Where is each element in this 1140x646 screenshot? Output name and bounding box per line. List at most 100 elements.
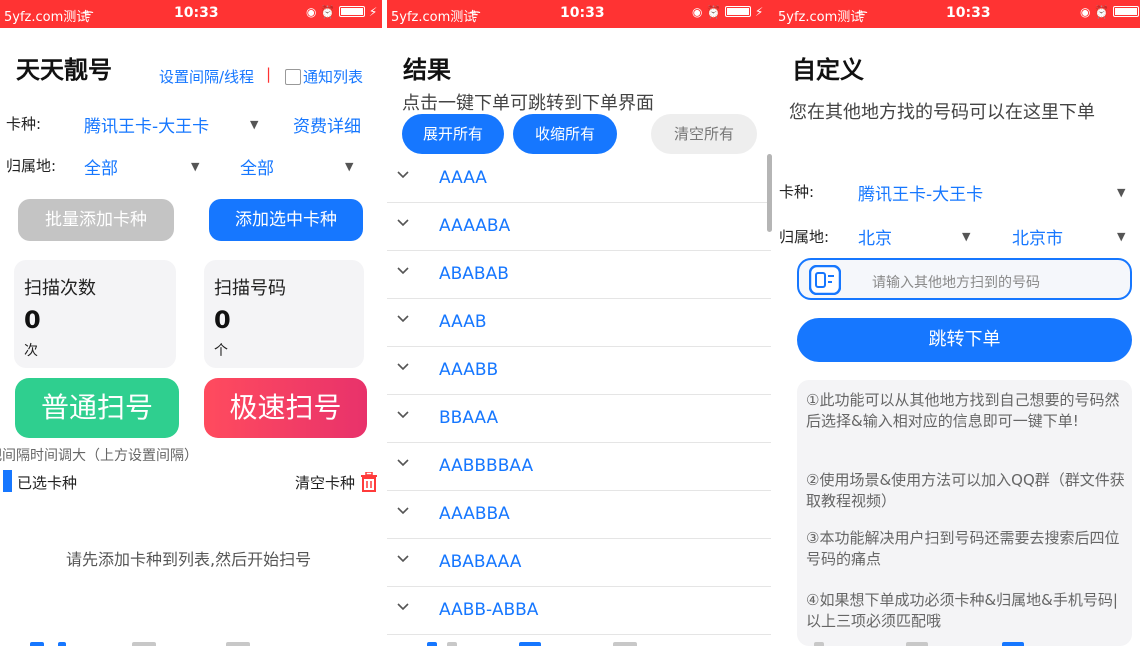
scan-numbers-value: 0 — [214, 306, 231, 334]
submit-order-button[interactable]: 跳转下单 — [797, 318, 1132, 362]
status-time: 10:33 — [946, 5, 991, 21]
chevron-down-icon[interactable] — [395, 262, 411, 278]
result-pattern-label: AABB-ABBA — [439, 600, 539, 620]
result-row[interactable]: BBAAA — [387, 395, 771, 443]
settings-link[interactable]: 设置间隔/线程 — [159, 66, 254, 87]
result-pattern-label: ABABAAA — [439, 552, 522, 572]
result-row[interactable]: AABB-ABBA — [387, 587, 771, 635]
region-label: 归属地: — [6, 157, 57, 175]
chevron-down-icon[interactable] — [395, 166, 411, 182]
result-row[interactable]: AAAABA — [387, 203, 771, 251]
result-row[interactable]: AAABB — [387, 347, 771, 395]
tab-indicator[interactable] — [519, 642, 541, 646]
battery-icon — [725, 6, 752, 17]
phone-input[interactable]: 请输入其他地方扫到的号码 — [797, 258, 1132, 300]
results-subtitle: 点击一键下单可跳转到下单界面 — [402, 93, 654, 114]
tab-indicator[interactable] — [1002, 642, 1024, 646]
result-row[interactable]: AAAB — [387, 299, 771, 347]
tab-indicator[interactable] — [427, 642, 437, 646]
tab-indicator[interactable] — [814, 642, 824, 646]
result-pattern-label: AAABBA — [439, 504, 510, 524]
chevron-down-icon[interactable] — [395, 406, 411, 422]
status-bar: 5yfz.com测试 ᯤ 10:33 ◉ ⏰ ⚡ — [0, 0, 382, 28]
note-4: ④如果想下单成功必须卡种&归属地&手机号码|以上三项必须匹配哦 — [806, 591, 1118, 630]
scan-numbers-card: 扫描号码 0 个 — [204, 260, 364, 368]
clear-types-button[interactable]: 清空卡种 — [295, 471, 378, 493]
clear-all-button[interactable]: 清空所有 — [651, 114, 757, 154]
result-row[interactable]: ABABAB — [387, 251, 771, 299]
selected-types-label: 已选卡种 — [17, 474, 78, 492]
scan-count-unit: 次 — [24, 343, 38, 359]
caret-down-icon[interactable]: ▼ — [191, 160, 199, 173]
status-time: 10:33 — [174, 5, 219, 21]
tab-indicator[interactable] — [906, 642, 928, 646]
tab-indicator[interactable] — [226, 642, 250, 646]
chevron-down-icon[interactable] — [395, 358, 411, 374]
card-type-label: 卡种: — [779, 183, 815, 201]
scan-panel: 5yfz.com测试 ᯤ 10:33 ◉ ⏰ ⚡ 天天靓号 设置间隔/线程 | … — [0, 0, 382, 646]
status-icons: ◉ ⏰ — [1080, 5, 1140, 19]
battery-icon — [1113, 6, 1140, 17]
batch-add-button[interactable]: 批量添加卡种 — [18, 199, 174, 241]
caret-down-icon[interactable]: ▼ — [962, 230, 970, 243]
result-pattern-label: AAAB — [439, 312, 487, 332]
app-title: 天天靓号 — [16, 55, 112, 84]
wifi-icon: ᯤ — [469, 7, 481, 22]
city-select[interactable]: 北京市 — [1012, 224, 1063, 249]
section-marker — [3, 470, 12, 492]
scrollbar[interactable] — [767, 154, 772, 232]
chevron-down-icon[interactable] — [395, 310, 411, 326]
province-select[interactable]: 全部 — [84, 154, 118, 179]
collapse-all-button[interactable]: 收缩所有 — [513, 114, 617, 154]
result-pattern-label: AAAA — [439, 168, 487, 188]
tab-indicator[interactable] — [447, 642, 457, 646]
result-row[interactable]: ABABAAA — [387, 539, 771, 587]
chevron-down-icon[interactable] — [395, 454, 411, 470]
status-bar: 5yfz.com测试 ᯤ 10:33 ◉ ⏰ ⚡ — [387, 0, 774, 28]
tab-indicator[interactable] — [132, 642, 156, 646]
tab-indicator[interactable] — [30, 642, 44, 646]
interval-tip: 把间隔时间调大（上方设置间隔） — [0, 448, 198, 464]
notify-list-toggle[interactable]: 通知列表 — [285, 66, 363, 87]
fast-scan-button[interactable]: 极速扫号 — [204, 378, 367, 438]
results-title: 结果 — [403, 55, 451, 84]
chevron-down-icon[interactable] — [395, 214, 411, 230]
scan-count-label: 扫描次数 — [24, 278, 96, 299]
status-icons: ◉ ⏰ ⚡ — [306, 5, 378, 19]
caret-down-icon[interactable]: ▼ — [1117, 230, 1125, 243]
normal-scan-button[interactable]: 普通扫号 — [15, 378, 179, 438]
scan-numbers-unit: 个 — [214, 343, 228, 359]
result-pattern-label: AAAABA — [439, 216, 511, 236]
scan-count-value: 0 — [24, 306, 41, 334]
notify-checkbox[interactable] — [285, 69, 301, 85]
status-icons: ◉ ⏰ ⚡ — [692, 5, 764, 19]
result-row[interactable]: AABBBBAA — [387, 443, 771, 491]
add-selected-button[interactable]: 添加选中卡种 — [209, 199, 363, 241]
caret-down-icon[interactable]: ▼ — [250, 118, 258, 131]
chevron-down-icon[interactable] — [395, 550, 411, 566]
chevron-down-icon[interactable] — [395, 598, 411, 614]
custom-subtitle: 您在其他地方找的号码可以在这里下单 — [789, 102, 1095, 123]
tab-indicator[interactable] — [58, 642, 66, 646]
custom-title: 自定义 — [792, 55, 864, 84]
tab-indicator[interactable] — [613, 642, 637, 646]
province-select[interactable]: 北京 — [858, 224, 892, 249]
card-type-select[interactable]: 腾讯王卡-大王卡 — [858, 180, 983, 205]
trash-icon[interactable] — [360, 471, 378, 492]
region-label: 归属地: — [779, 228, 830, 246]
caret-down-icon[interactable]: ▼ — [1117, 186, 1125, 199]
result-row[interactable]: AAAA — [387, 155, 771, 203]
result-pattern-label: ABABAB — [439, 264, 509, 284]
result-row[interactable]: AAABBA — [387, 491, 771, 539]
expand-all-button[interactable]: 展开所有 — [402, 114, 504, 154]
note-1: ①此功能可以从其他地方找到自己想要的号码然后选择&输入相对应的信息即可一键下单! — [806, 391, 1120, 430]
note-2: ②使用场景&使用方法可以加入QQ群（群文件获取教程视频） — [806, 471, 1125, 510]
fee-details-link[interactable]: 资费详细 — [293, 112, 361, 137]
card-type-label: 卡种: — [6, 115, 42, 133]
chevron-down-icon[interactable] — [395, 502, 411, 518]
city-select[interactable]: 全部 — [240, 154, 274, 179]
card-type-select[interactable]: 腾讯王卡-大王卡 — [84, 112, 209, 137]
status-time: 10:33 — [560, 5, 605, 21]
caret-down-icon[interactable]: ▼ — [345, 160, 353, 173]
notes-card: ①此功能可以从其他地方找到自己想要的号码然后选择&输入相对应的信息即可一键下单!… — [797, 380, 1132, 646]
